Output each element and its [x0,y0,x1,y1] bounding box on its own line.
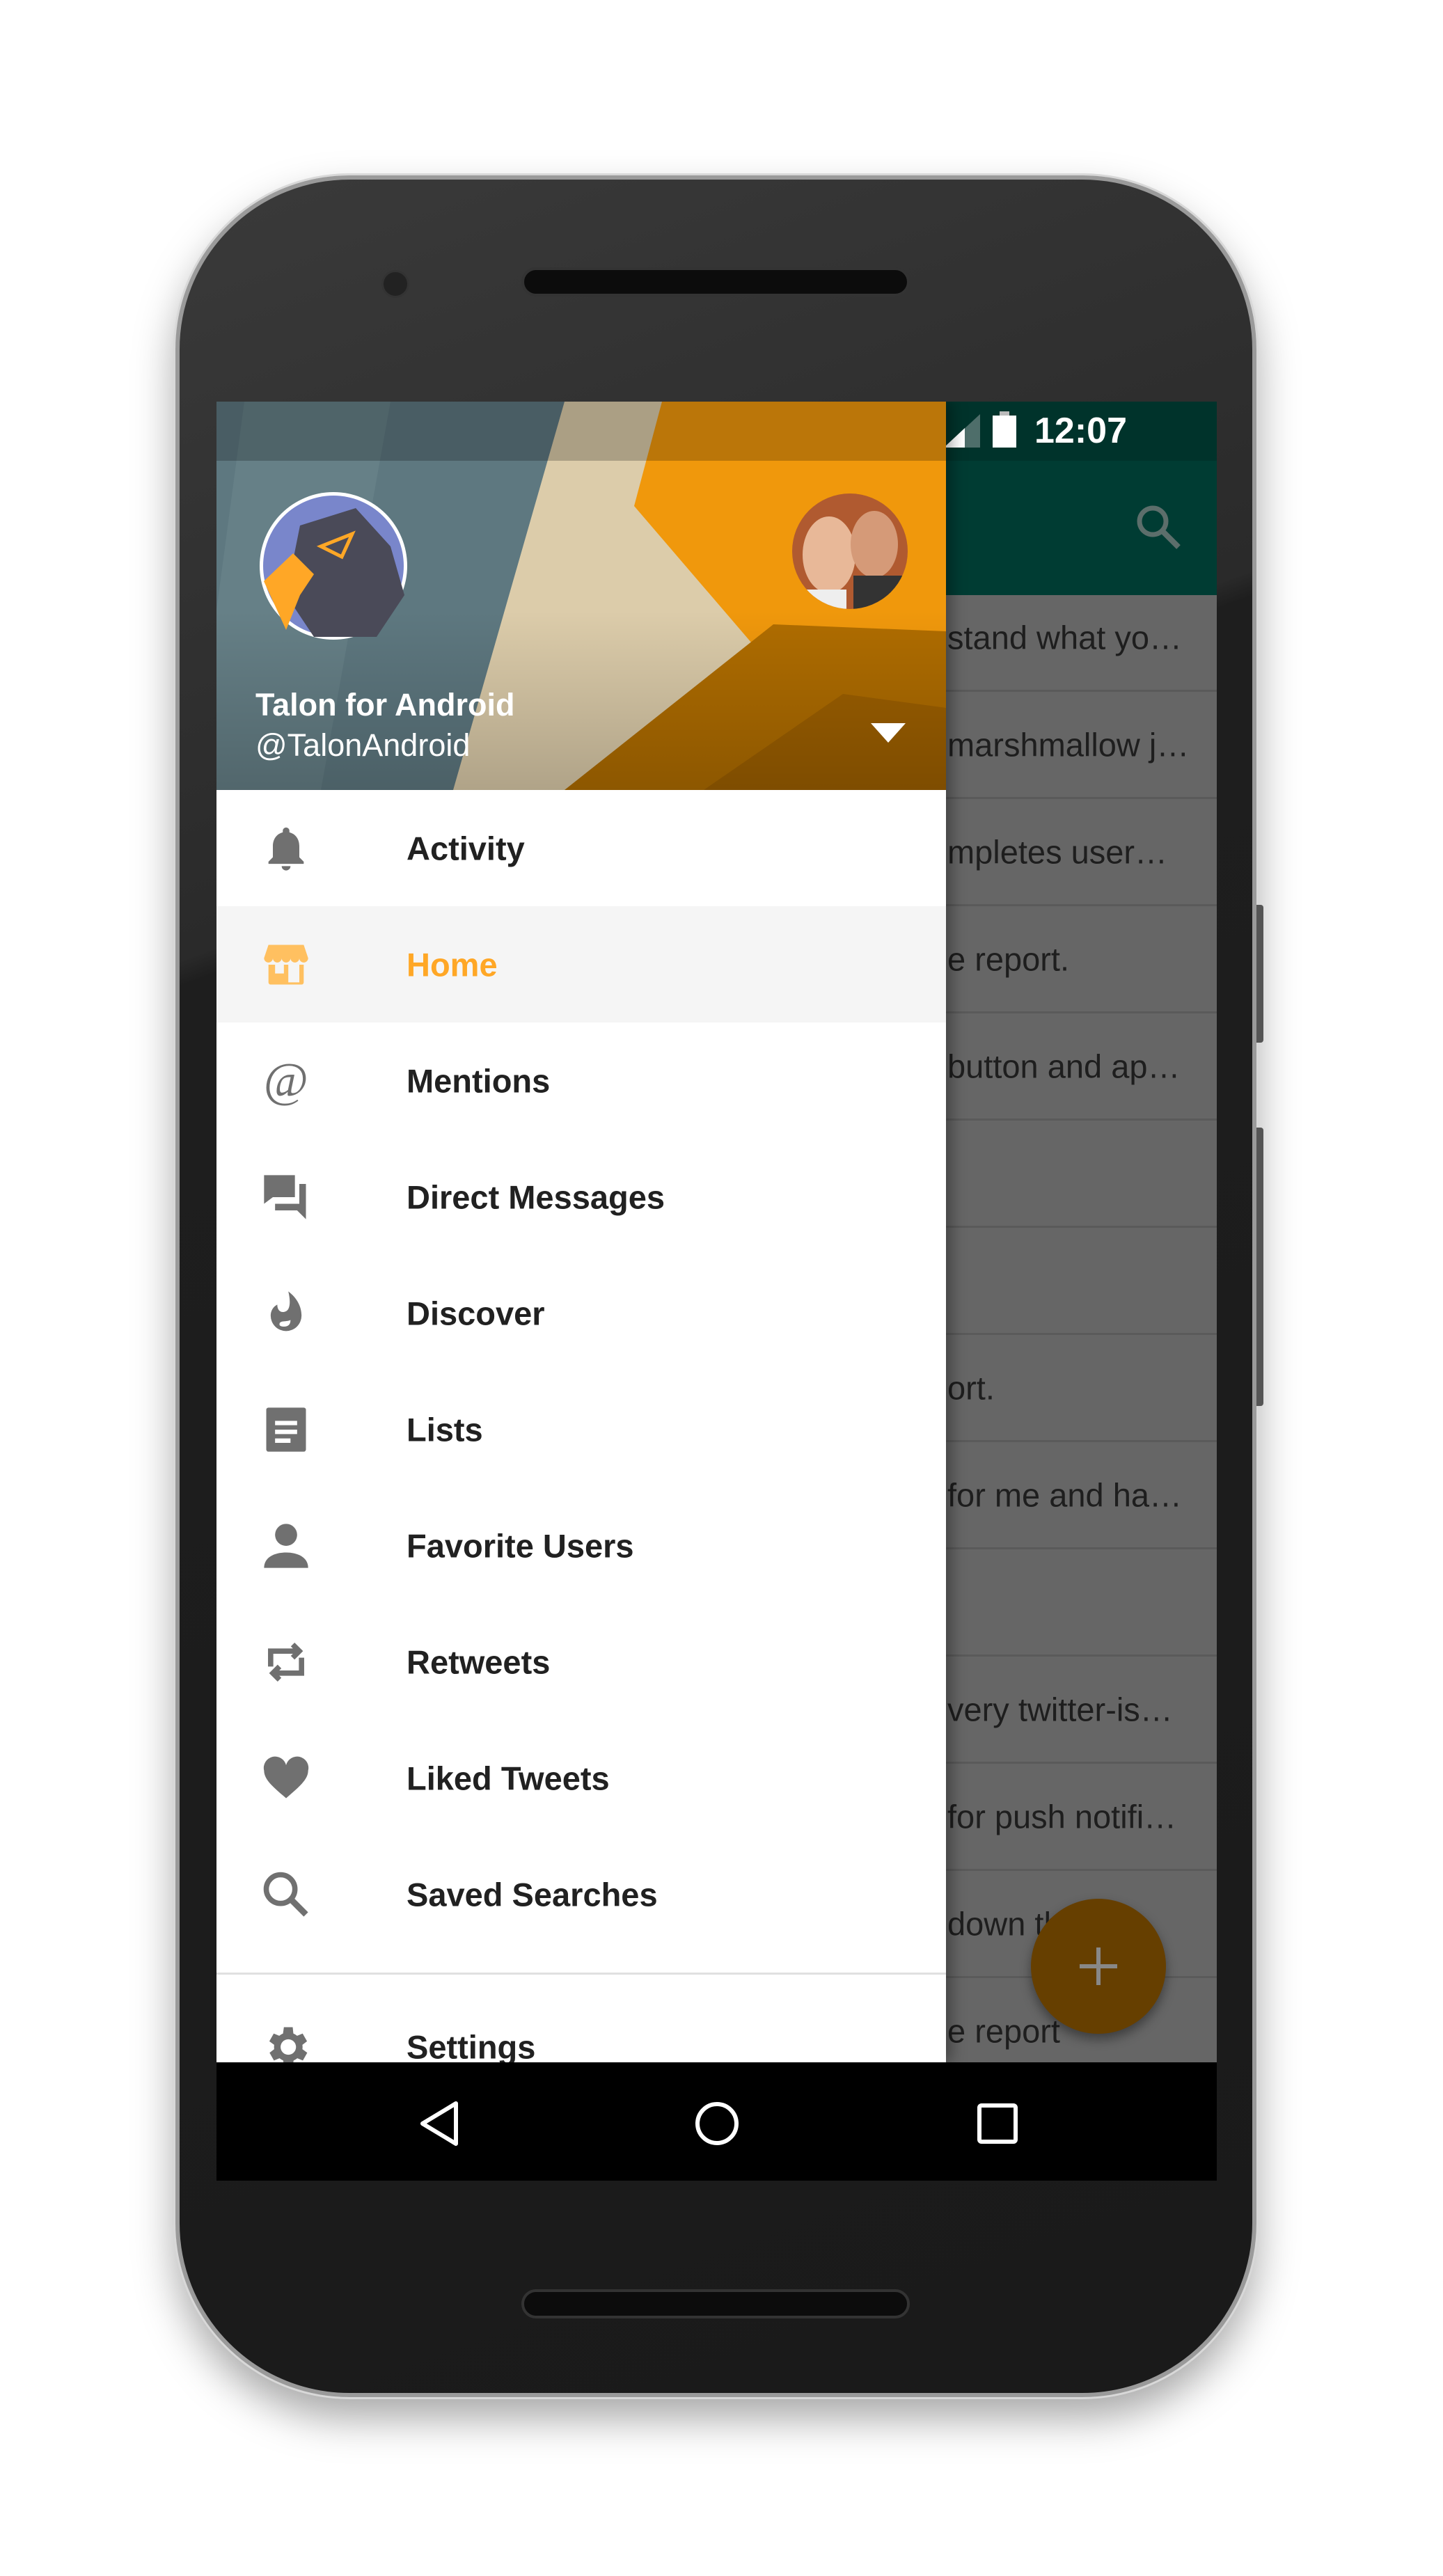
chat-icon [264,1175,306,1219]
menu-item-lists[interactable]: Lists [216,1371,946,1487]
search-icon[interactable] [1134,503,1183,551]
drawer-header: Talon for Android @TalonAndroid [216,402,946,790]
menu-item-label: Direct Messages [407,1178,665,1215]
store-icon [264,945,308,985]
battery-icon [993,411,1016,448]
account-name: Talon for Android [255,687,515,722]
menu-item-saved-searches[interactable]: Saved Searches [216,1836,946,1952]
menu-item-label: Discover [407,1295,545,1332]
recents-icon[interactable] [977,2103,1018,2144]
screen: 12:07 stand what yo… marshmallow j… mplete… [216,402,1217,2181]
account-avatar[interactable] [258,491,409,641]
flame-icon [270,1291,302,1332]
menu-item-retweets[interactable]: Retweets [216,1604,946,1720]
tweet-text: very twitter-is… [947,1691,1173,1728]
plus-icon [1080,1947,1117,1985]
heart-icon [263,1756,309,1799]
status-time: 12:07 [1034,411,1127,451]
menu-item-activity[interactable]: Activity [216,790,946,906]
account-handle: @TalonAndroid [255,727,471,763]
menu-item-discover[interactable]: Discover [216,1255,946,1371]
menu-item-direct-messages[interactable]: Direct Messages [216,1139,946,1255]
tweet-text: stand what yo… [947,619,1183,656]
navigation-drawer: Talon for Android @TalonAndroid Activity… [216,402,946,2067]
person-icon [264,1524,308,1568]
system-navigation-bar [216,2062,1217,2181]
menu-item-label: Retweets [407,1643,551,1680]
menu-item-mentions[interactable]: @ Mentions [216,1022,946,1139]
volume-button [1256,1128,1263,1406]
search-icon [263,1872,308,1917]
account-switcher-dropdown-icon[interactable] [871,723,906,744]
tweet-text: e report [947,2012,1060,2049]
menu-item-label: Settings [407,2028,536,2065]
tweet-text: e report. [947,940,1070,977]
secondary-account-avatar[interactable] [791,492,909,610]
menu-divider [216,1973,946,1975]
tweet-text: mpletes user… [947,833,1168,870]
menu-item-home[interactable]: Home [216,906,946,1022]
tweet-text: button and ap… [947,1048,1181,1084]
menu-item-label: Activity [407,830,525,867]
power-button [1256,905,1263,1043]
signal-icon [944,414,980,448]
menu-item-liked-tweets[interactable]: Liked Tweets [216,1720,946,1836]
tweet-text: for me and ha… [947,1476,1183,1513]
menu-item-label: Favorite Users [407,1527,634,1564]
bottom-speaker [521,2289,910,2318]
menu-item-label: Saved Searches [407,1876,658,1913]
compose-fab[interactable] [1031,1899,1166,2034]
front-camera [381,270,409,298]
earpiece-speaker [521,267,910,297]
menu-item-label: Mentions [407,1062,551,1099]
back-icon[interactable] [418,2101,460,2147]
at-icon: @ [264,1054,308,1107]
list-icon [266,1407,306,1452]
svg-text:@: @ [264,1054,308,1107]
retweet-icon [268,1642,304,1682]
home-icon[interactable] [694,2101,740,2147]
menu-item-label: Liked Tweets [407,1760,610,1796]
tweet-text: marshmallow j… [947,726,1190,763]
tweet-text: for push notifi… [947,1798,1177,1835]
tweet-text: ort. [947,1369,995,1406]
menu-item-label: Home [407,946,498,983]
bell-icon [268,827,304,871]
menu-item-label: Lists [407,1411,483,1448]
menu-item-favorite-users[interactable]: Favorite Users [216,1487,946,1604]
